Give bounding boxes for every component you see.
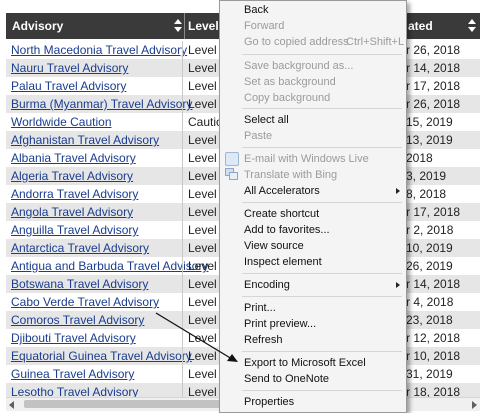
annotation-arrow-icon: [155, 312, 238, 362]
